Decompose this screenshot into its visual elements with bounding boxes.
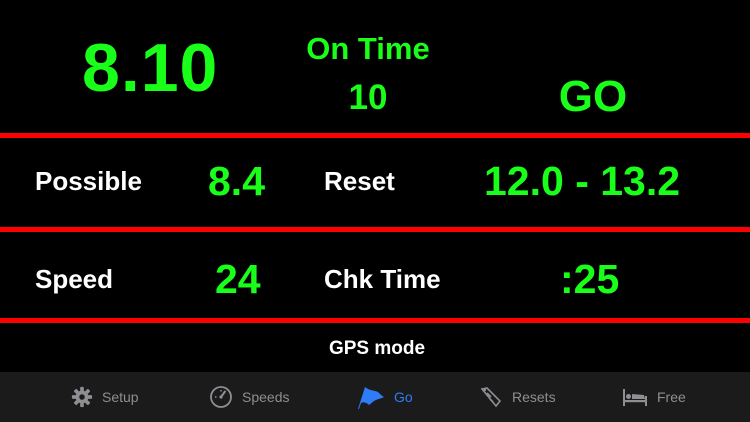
possible-label: Possible bbox=[35, 166, 142, 196]
tab-go-label: Go bbox=[394, 389, 413, 405]
tab-go[interactable]: Go bbox=[355, 372, 413, 422]
tab-free-label: Free bbox=[657, 389, 686, 405]
on-time-value: 10 bbox=[348, 78, 388, 117]
divider-line-2 bbox=[0, 227, 750, 232]
tab-setup[interactable]: Setup bbox=[71, 372, 139, 422]
on-time-label: On Time bbox=[306, 31, 430, 66]
possible-value: 8.4 bbox=[208, 158, 265, 204]
speedometer-icon bbox=[209, 385, 233, 409]
tab-speeds[interactable]: Speeds bbox=[209, 372, 289, 422]
resets-icon bbox=[479, 385, 503, 409]
status-indicator: GO bbox=[558, 72, 628, 121]
flag-icon bbox=[355, 384, 385, 410]
tab-bar: Setup Speeds Go Resets Free bbox=[0, 372, 750, 422]
divider-line-1 bbox=[0, 133, 750, 138]
chk-time-value: :25 bbox=[560, 256, 620, 302]
speed-label: Speed bbox=[35, 264, 114, 294]
bed-icon bbox=[622, 386, 648, 408]
tab-setup-label: Setup bbox=[102, 389, 139, 405]
tab-free[interactable]: Free bbox=[622, 372, 686, 422]
distance-readout: 8.10 bbox=[82, 30, 219, 106]
tab-speeds-label: Speeds bbox=[242, 389, 290, 405]
speed-value: 24 bbox=[215, 256, 261, 302]
gear-icon bbox=[71, 386, 93, 408]
chk-time-label: Chk Time bbox=[324, 264, 441, 294]
reset-label: Reset bbox=[324, 166, 395, 196]
tab-resets-label: Resets bbox=[512, 389, 556, 405]
divider-line-3 bbox=[0, 318, 750, 323]
reset-value: 12.0 - 13.2 bbox=[484, 158, 681, 204]
gps-mode-label: GPS mode bbox=[328, 338, 426, 359]
tab-resets[interactable]: Resets bbox=[479, 372, 556, 422]
